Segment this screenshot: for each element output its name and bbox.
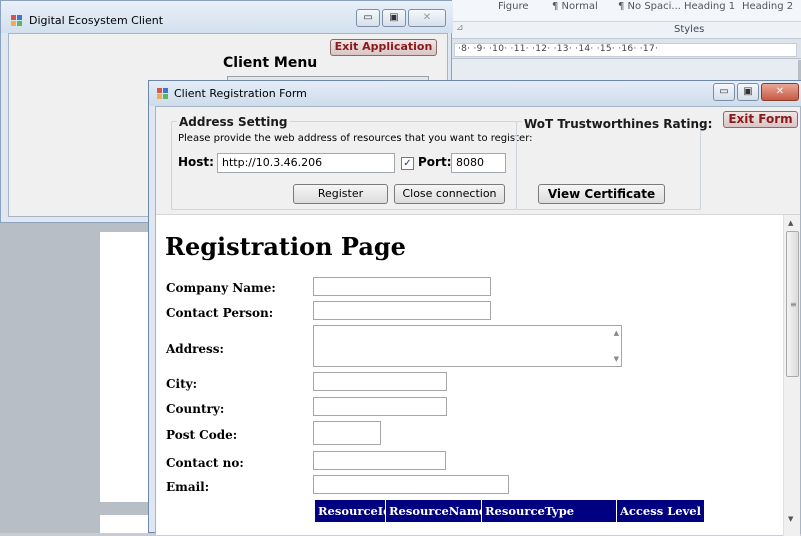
contact-no-input[interactable]: [313, 451, 446, 470]
styles-label: Styles: [674, 24, 705, 35]
column-resource-type[interactable]: ResourceType: [482, 500, 617, 522]
registration-window-body: Address Setting Please provide the web a…: [155, 106, 801, 536]
email-input[interactable]: [313, 475, 509, 494]
background-page-next: [100, 515, 152, 533]
page-scrollbar[interactable]: ▲ ≡ ▼: [783, 215, 800, 536]
contact-no-label: Contact no:: [166, 456, 244, 470]
post-code-input[interactable]: [313, 421, 381, 445]
city-input[interactable]: [313, 372, 447, 391]
contact-person-input[interactable]: [313, 301, 491, 320]
registration-close-button[interactable]: ✕: [761, 83, 799, 101]
registration-title-bar[interactable]: Client Registration Form ▭ ▣ ✕: [149, 81, 801, 106]
textarea-scroll-up-icon[interactable]: ▲: [614, 329, 619, 337]
registration-web-browser: Registration Page Company Name: Contact …: [156, 214, 800, 536]
port-label: Port:: [418, 155, 452, 169]
ribbon-style-no-spacing[interactable]: ¶ No Spaci...: [618, 1, 681, 12]
close-connection-button[interactable]: Close connection: [394, 184, 505, 204]
host-input[interactable]: http://10.3.46.206: [217, 153, 395, 173]
post-code-label: Post Code:: [166, 428, 238, 442]
view-certificate-button[interactable]: View Certificate: [538, 184, 665, 204]
scroll-up-icon[interactable]: ▲: [788, 219, 793, 227]
maximize-button[interactable]: ▣: [382, 9, 406, 27]
resource-table-header: ResourceId ResourceName ResourceType Acc…: [315, 500, 704, 522]
registration-page-title: Registration Page: [165, 232, 406, 261]
registration-maximize-button[interactable]: ▣: [737, 83, 759, 101]
ruler: ·8· ·9· ·10· ·11· ·12· ·13· ·14· ·15· ·1…: [448, 39, 801, 59]
contact-person-label: Contact Person:: [166, 306, 274, 320]
background-ribbon: Figure ¶ Normal ¶ No Spaci... Heading 1 …: [448, 0, 801, 22]
port-input[interactable]: 8080: [451, 153, 506, 173]
window-title: Digital Ecosystem Client: [29, 14, 164, 27]
dialog-launcher-icon[interactable]: ⊿: [456, 23, 464, 33]
country-label: Country:: [166, 402, 225, 416]
exit-application-button[interactable]: Exit Application: [330, 39, 437, 56]
register-button[interactable]: Register: [293, 184, 388, 204]
ruler-numbers: ·8· ·9· ·10· ·11· ·12· ·13· ·14· ·15· ·1…: [458, 44, 659, 54]
address-label: Address:: [166, 342, 224, 356]
ribbon-style-figure[interactable]: Figure: [498, 1, 529, 12]
email-label: Email:: [166, 480, 210, 494]
background-page: [100, 232, 152, 502]
exit-form-button[interactable]: Exit Form: [723, 111, 798, 128]
column-access-level[interactable]: Access Level: [617, 500, 704, 522]
address-instruction: Please provide the web address of resour…: [178, 133, 533, 144]
app-icon: [11, 15, 23, 27]
ribbon-style-heading1[interactable]: Heading 1: [684, 1, 735, 12]
address-textarea[interactable]: ▲ ▼: [313, 325, 622, 367]
scroll-grip-icon: ≡: [790, 300, 797, 309]
wot-rating-title: WoT Trustworthines Rating:: [522, 117, 715, 131]
company-name-label: Company Name:: [166, 281, 276, 295]
ribbon-style-normal[interactable]: ¶ Normal: [552, 1, 598, 12]
host-label: Host:: [178, 155, 214, 169]
close-button[interactable]: ✕: [408, 9, 446, 27]
textarea-scroll-down-icon[interactable]: ▼: [614, 355, 619, 363]
scroll-down-icon[interactable]: ▼: [788, 515, 793, 523]
column-resource-name[interactable]: ResourceName: [386, 500, 482, 522]
port-checkbox[interactable]: ✓: [401, 157, 414, 170]
title-bar[interactable]: Digital Ecosystem Client ▭ ▣ ✕: [1, 1, 453, 33]
client-menu-title: Client Menu: [223, 55, 318, 71]
column-resource-id[interactable]: ResourceId: [315, 500, 386, 522]
form-icon: [157, 88, 169, 100]
minimize-button[interactable]: ▭: [356, 9, 380, 27]
country-input[interactable]: [313, 397, 447, 416]
registration-window-title: Client Registration Form: [174, 87, 307, 100]
ribbon-style-heading2[interactable]: Heading 2: [742, 1, 793, 12]
scrollbar-thumb[interactable]: ≡: [786, 231, 799, 377]
styles-group: ⊿ Styles: [448, 22, 801, 39]
client-registration-form-window: Client Registration Form ▭ ▣ ✕ Address S…: [148, 80, 801, 536]
registration-minimize-button[interactable]: ▭: [713, 83, 735, 101]
company-name-input[interactable]: [313, 277, 491, 296]
address-setting-title: Address Setting: [177, 115, 290, 129]
city-label: City:: [166, 377, 198, 391]
